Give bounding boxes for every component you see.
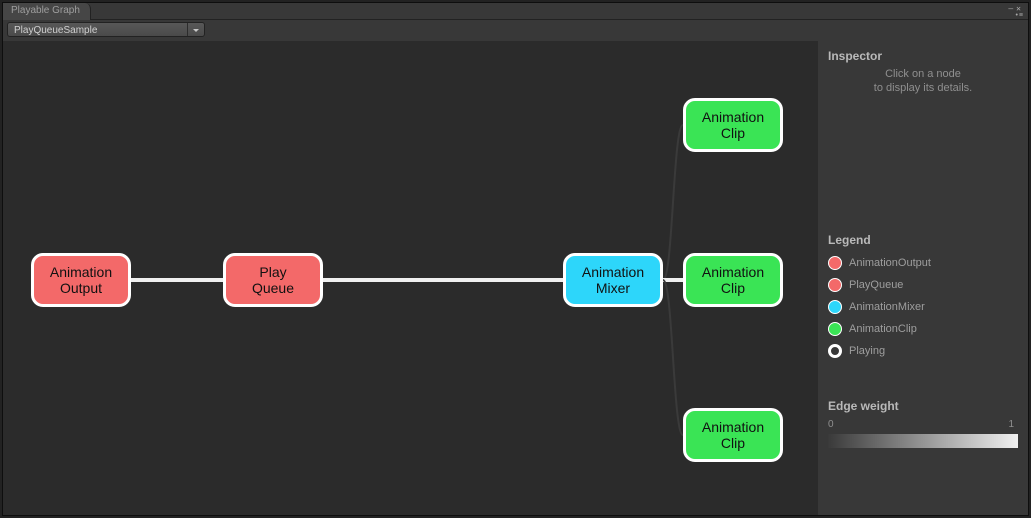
graph-canvas[interactable]: Animation Output Play Queue Animation Mixe…	[3, 41, 818, 515]
edge-weight-title: Edge weight	[828, 399, 1018, 413]
node-out[interactable]: Animation Output	[31, 253, 131, 307]
legend-item: AnimationOutput	[828, 255, 1018, 277]
node-queue[interactable]: Play Queue	[223, 253, 323, 307]
inspector-title: Inspector	[828, 49, 1018, 63]
window-menu-icon[interactable]: •≡	[1015, 12, 1024, 19]
titlebar: Playable Graph –✕ •≡	[3, 3, 1028, 20]
sidebar: Inspector Click on a node to display its…	[818, 41, 1028, 515]
node-clip3[interactable]: Animation Clip	[683, 408, 783, 462]
legend-swatch	[828, 278, 842, 292]
node-clip2[interactable]: Animation Clip	[683, 253, 783, 307]
edge-mixer-clip3	[663, 280, 683, 435]
edge-mixer-clip1	[663, 125, 683, 280]
legend-label: AnimationClip	[849, 323, 917, 335]
inspector-hint: Click on a node to display its details.	[828, 67, 1018, 95]
legend-item: AnimationMixer	[828, 299, 1018, 321]
edge-weight-panel: Edge weight 0 1	[828, 399, 1018, 448]
node-mixer[interactable]: Animation Mixer	[563, 253, 663, 307]
legend-title: Legend	[828, 233, 1018, 247]
toolbar: PlayQueueSample	[3, 20, 1028, 40]
legend-swatch	[828, 300, 842, 314]
edge-weight-gradient	[828, 434, 1018, 448]
legend-swatch	[828, 322, 842, 336]
dropdown-value: PlayQueueSample	[14, 25, 97, 36]
legend-item: Playing	[828, 343, 1018, 365]
window-tab[interactable]: Playable Graph	[3, 3, 91, 20]
chevron-down-icon	[193, 29, 199, 33]
legend-item: AnimationClip	[828, 321, 1018, 343]
legend-swatch	[828, 256, 842, 270]
window: Playable Graph –✕ •≡ PlayQueueSample Ani…	[2, 2, 1029, 516]
legend-swatch	[828, 344, 842, 358]
legend-label: PlayQueue	[849, 279, 903, 291]
edge-weight-range: 0 1	[828, 419, 1018, 431]
legend-label: AnimationMixer	[849, 301, 925, 313]
legend-label: AnimationOutput	[849, 257, 931, 269]
node-clip1[interactable]: Animation Clip	[683, 98, 783, 152]
legend-item: PlayQueue	[828, 277, 1018, 299]
graph-selector-dropdown[interactable]: PlayQueueSample	[7, 22, 205, 37]
legend-label: Playing	[849, 345, 885, 357]
inspector-panel: Inspector Click on a node to display its…	[818, 41, 1028, 95]
legend-panel: Legend AnimationOutput PlayQueue Animation…	[828, 233, 1018, 365]
body: Animation Output Play Queue Animation Mixe…	[3, 41, 1028, 515]
